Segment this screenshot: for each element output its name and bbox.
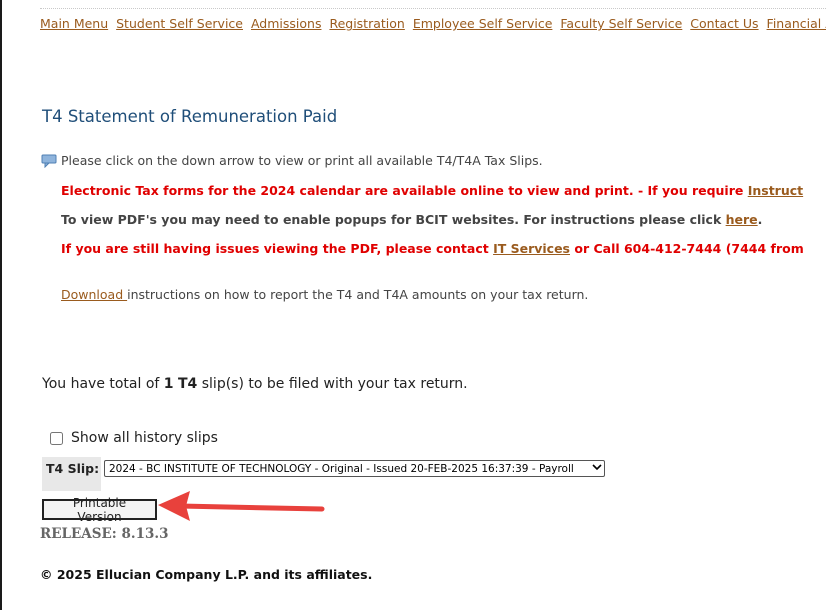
pdf-issues-text: If you are still having issues viewing t… xyxy=(61,241,494,256)
show-history-label: Show all history slips xyxy=(71,430,218,446)
main-nav: Main Menu Student Self Service Admission… xyxy=(40,16,826,31)
left-border xyxy=(0,0,2,610)
it-services-link[interactable]: IT Services xyxy=(493,241,570,256)
nav-student-self-service[interactable]: Student Self Service xyxy=(116,16,243,31)
chevron-down-icon xyxy=(590,463,604,474)
popup-notice: To view PDF's you may need to enable pop… xyxy=(61,212,762,227)
t4-slip-selected-value: 2024 - BC INSTITUTE OF TECHNOLOGY - Orig… xyxy=(109,462,574,475)
nav-contact-us[interactable]: Contact Us xyxy=(690,16,758,31)
info-text: Please click on the down arrow to view o… xyxy=(61,153,543,168)
show-history-control[interactable]: Show all history slips xyxy=(48,430,218,446)
nav-financial-aid[interactable]: Financial Aid xyxy=(767,16,826,31)
download-link[interactable]: Download xyxy=(61,287,127,302)
pdf-issues-notice: If you are still having issues viewing t… xyxy=(61,241,804,256)
t4-slip-label: T4 Slip: xyxy=(42,457,101,491)
page-title: T4 Statement of Remuneration Paid xyxy=(42,107,338,126)
popup-instructions-link[interactable]: here xyxy=(726,212,758,227)
total-suffix: slip(s) to be filed with your tax return… xyxy=(197,376,468,392)
printable-version-button[interactable]: Printable Version xyxy=(42,496,157,524)
nav-registration[interactable]: Registration xyxy=(329,16,404,31)
release-version: RELEASE: 8.13.3 xyxy=(40,526,169,542)
total-slip-type: T4 xyxy=(178,376,198,392)
electronic-forms-text: Electronic Tax forms for the 2024 calend… xyxy=(61,183,748,198)
slip-total-summary: You have total of 1 T4 slip(s) to be fil… xyxy=(42,376,468,392)
info-speech-bubble-icon xyxy=(41,154,57,168)
nav-faculty-self-service[interactable]: Faculty Self Service xyxy=(560,16,682,31)
download-instructions: Download instructions on how to report t… xyxy=(61,287,588,302)
show-history-checkbox[interactable] xyxy=(50,431,63,445)
total-count: 1 xyxy=(163,376,174,392)
nav-main-menu[interactable]: Main Menu xyxy=(40,16,108,31)
download-text: instructions on how to report the T4 and… xyxy=(127,287,589,302)
top-divider xyxy=(40,8,826,9)
popup-text: To view PDF's you may need to enable pop… xyxy=(61,212,726,227)
instructions-link[interactable]: Instruct xyxy=(748,183,803,198)
red-arrow-annotation-icon xyxy=(158,491,325,521)
nav-employee-self-service[interactable]: Employee Self Service xyxy=(413,16,553,31)
t4-slip-select[interactable]: 2024 - BC INSTITUTE OF TECHNOLOGY - Orig… xyxy=(104,460,605,477)
pdf-issues-end: or Call 604-412-7444 (7444 from xyxy=(570,241,804,256)
copyright-notice: © 2025 Ellucian Company L.P. and its aff… xyxy=(40,567,373,582)
info-message: Please click on the down arrow to view o… xyxy=(41,153,543,168)
nav-admissions[interactable]: Admissions xyxy=(251,16,322,31)
total-prefix: You have total of xyxy=(42,376,164,392)
electronic-forms-notice: Electronic Tax forms for the 2024 calend… xyxy=(61,183,803,198)
popup-end: . xyxy=(757,212,763,227)
